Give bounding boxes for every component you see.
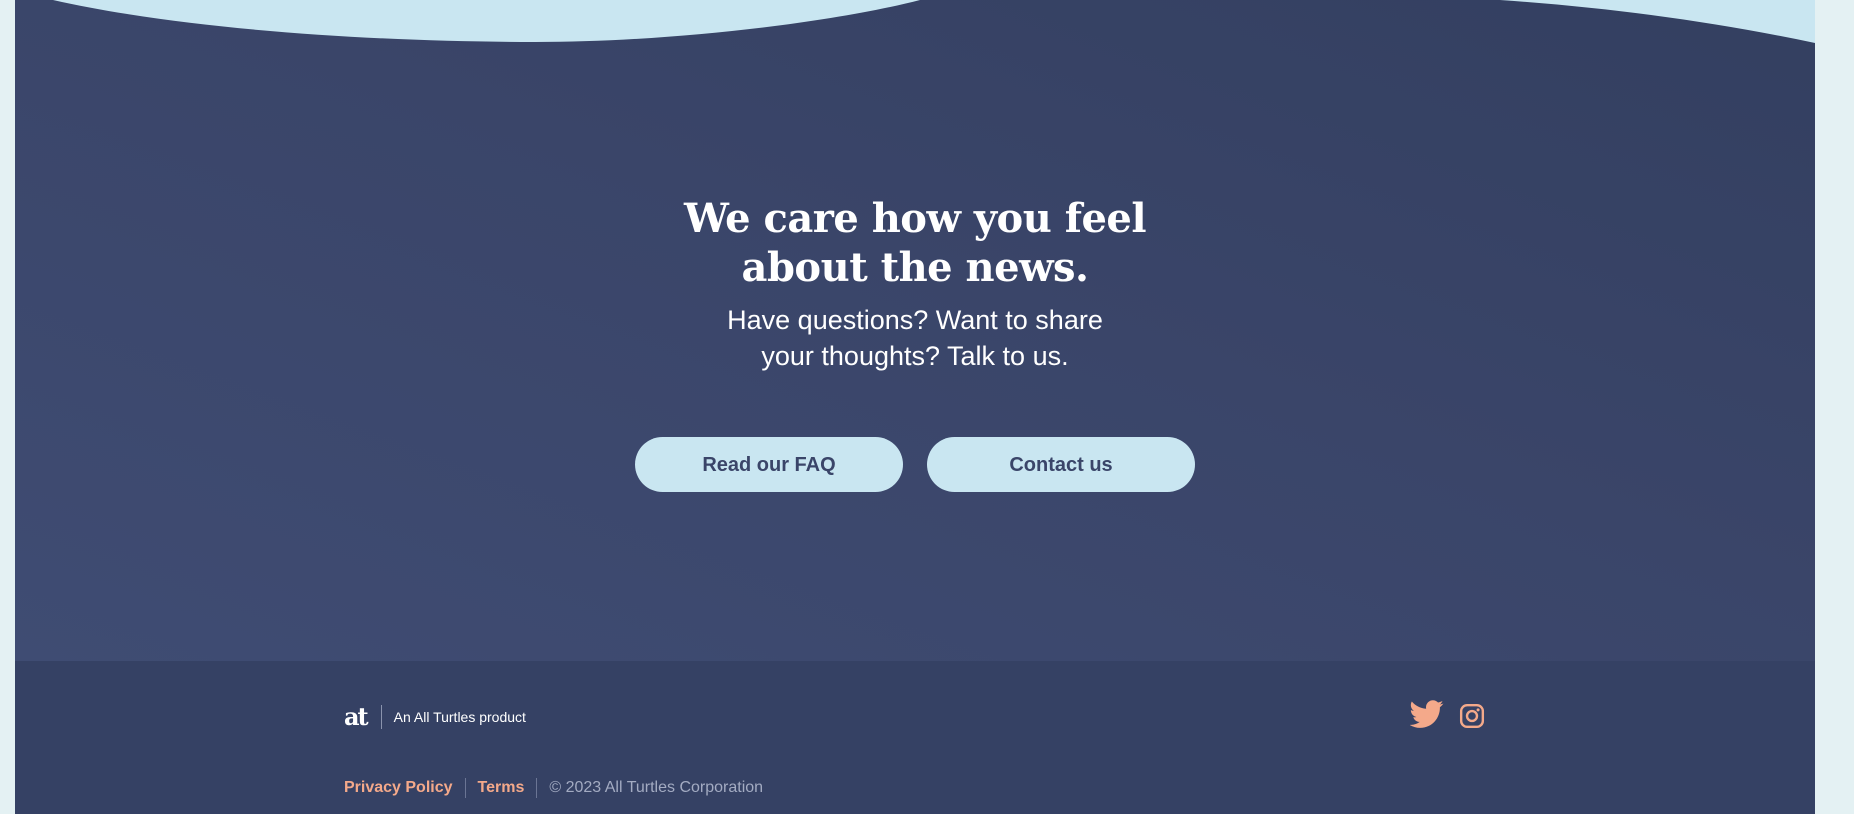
instagram-icon[interactable] [1459, 699, 1485, 733]
contact-section: We care how you feel about the news. Hav… [15, 0, 1815, 661]
privacy-policy-link[interactable]: Privacy Policy [344, 779, 453, 797]
read-faq-button[interactable]: Read our FAQ [635, 437, 903, 492]
page-frame: We care how you feel about the news. Hav… [15, 0, 1815, 814]
contact-us-button[interactable]: Contact us [927, 437, 1195, 492]
footer-brand: at An All Turtles product [344, 703, 526, 731]
wave-divider [15, 0, 1815, 43]
terms-link[interactable]: Terms [478, 779, 525, 797]
section-subtext: Have questions? Want to share your thoug… [15, 302, 1815, 374]
subtext-line-1: Have questions? Want to share [727, 305, 1103, 335]
section-headline: We care how you feel about the news. [15, 194, 1815, 292]
all-turtles-logo[interactable]: at [344, 703, 369, 731]
headline-line-1: We care how you feel [683, 195, 1147, 242]
brand-tagline: An All Turtles product [393, 709, 526, 725]
twitter-icon[interactable] [1410, 697, 1444, 731]
brand-divider [380, 705, 382, 729]
subtext-line-2: your thoughts? Talk to us. [761, 341, 1069, 371]
copyright-text: © 2023 All Turtles Corporation [549, 779, 764, 796]
footer-legal: Privacy Policy Terms © 2023 All Turtles … [344, 777, 763, 799]
legal-divider [536, 778, 538, 798]
headline-line-2: about the news. [741, 244, 1089, 291]
site-footer: at An All Turtles product Privacy Policy… [15, 661, 1815, 814]
legal-divider [464, 778, 466, 798]
